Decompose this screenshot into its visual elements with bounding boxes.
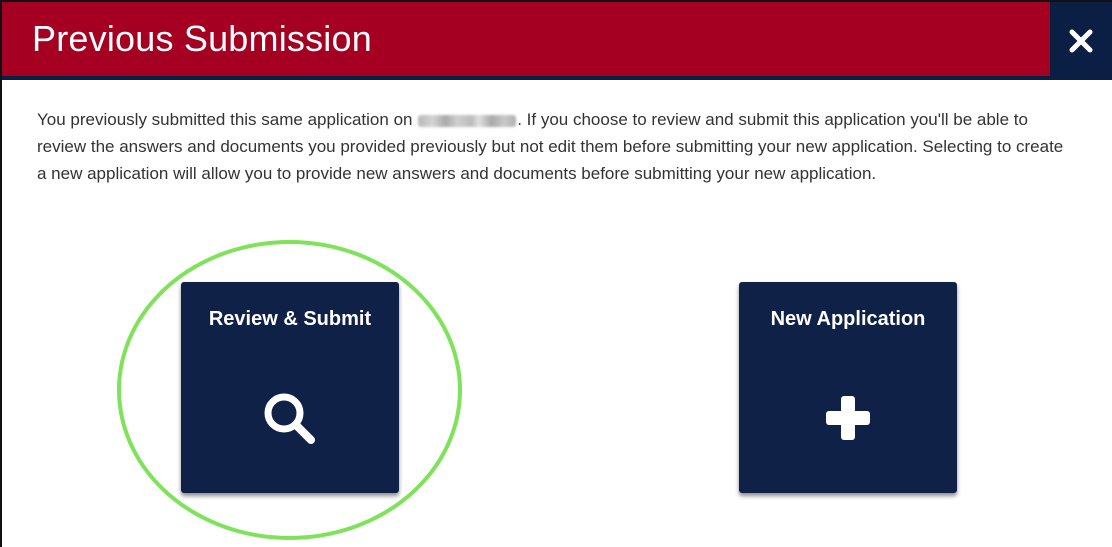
message-text-before: You previously submitted this same appli… bbox=[37, 110, 413, 129]
new-application-button[interactable]: New Application bbox=[739, 282, 957, 493]
close-icon bbox=[1069, 29, 1093, 53]
review-submit-button[interactable]: Review & Submit bbox=[181, 282, 399, 493]
previous-submission-dialog: Previous Submission You previously submi… bbox=[0, 0, 1112, 547]
review-submit-label: Review & Submit bbox=[208, 308, 372, 330]
close-button[interactable] bbox=[1050, 2, 1112, 80]
dialog-title-bar: Previous Submission bbox=[2, 2, 1050, 80]
dialog-message: You previously submitted this same appli… bbox=[37, 106, 1077, 187]
new-application-label: New Application bbox=[770, 308, 926, 330]
dialog-title: Previous Submission bbox=[32, 18, 372, 59]
search-icon bbox=[264, 393, 315, 444]
redacted-date bbox=[418, 114, 517, 127]
dialog-header: Previous Submission bbox=[2, 2, 1112, 80]
plus-icon bbox=[826, 396, 870, 440]
